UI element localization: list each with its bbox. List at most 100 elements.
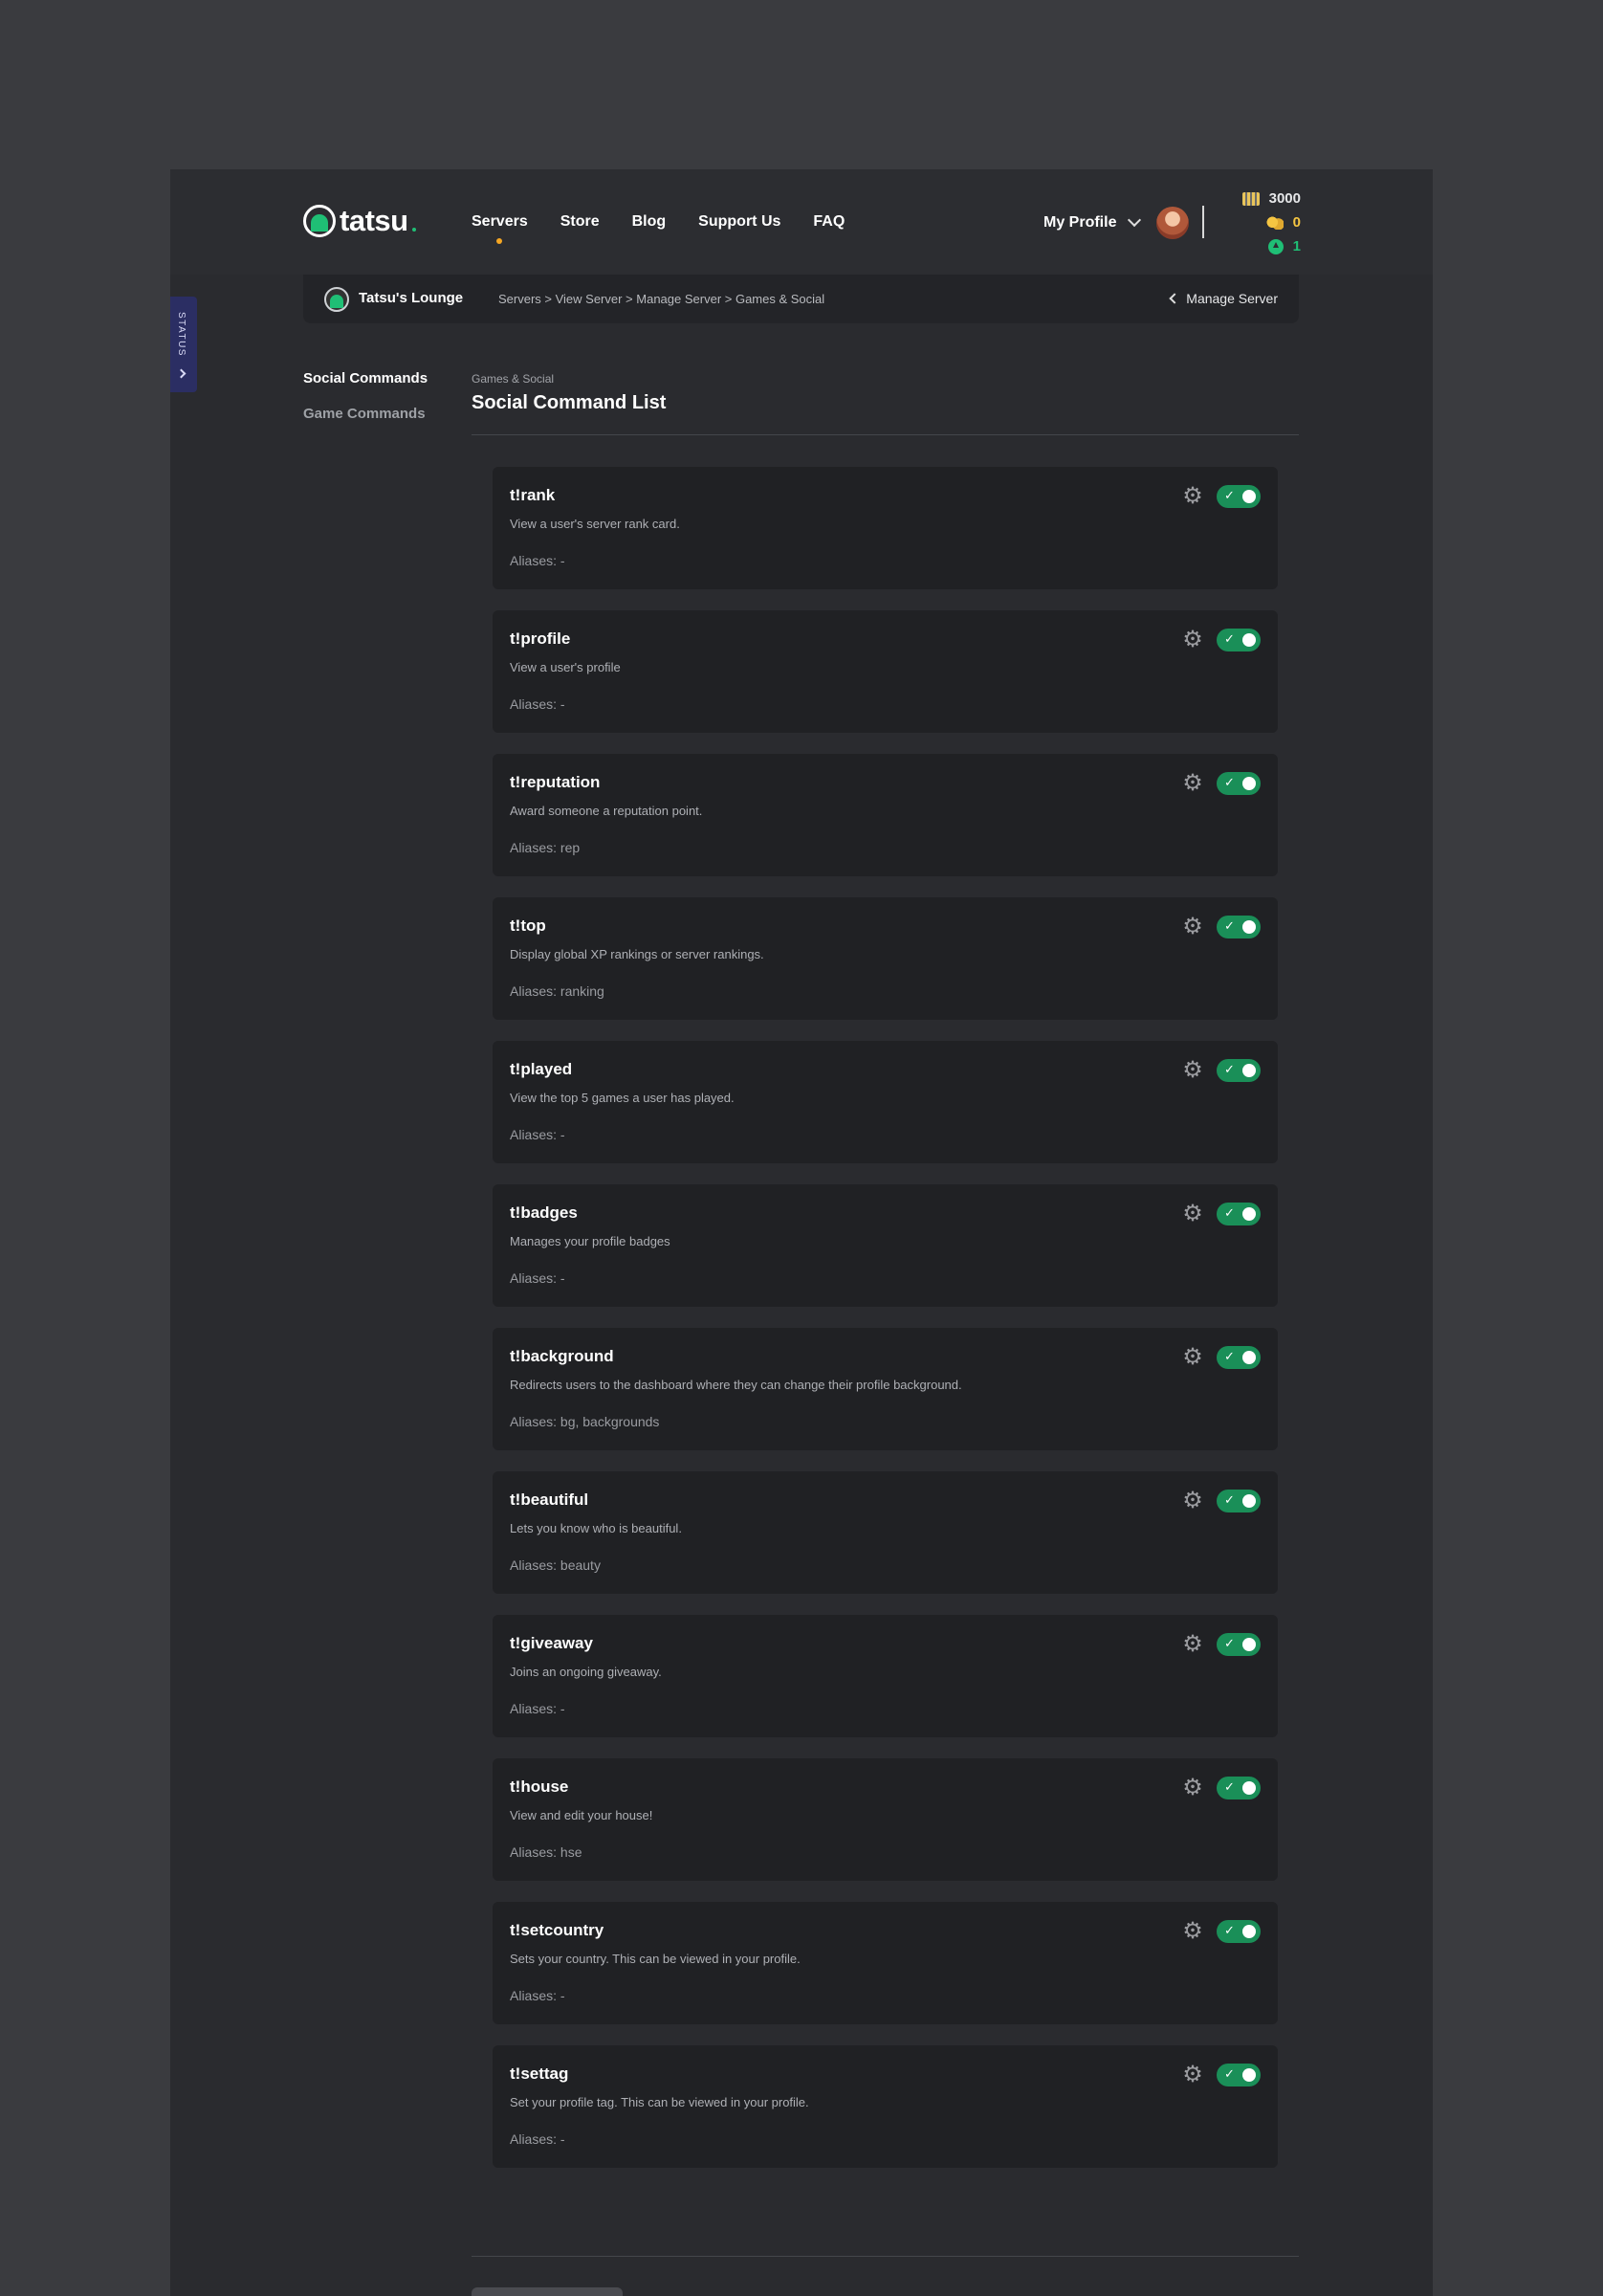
logo-text: tatsu <box>340 204 408 237</box>
command-name: t!played <box>510 1060 573 1078</box>
gear-icon[interactable]: ⚙ <box>1182 629 1203 651</box>
side-item-game-commands[interactable]: Game Commands <box>303 406 428 422</box>
profile-menu[interactable]: My Profile <box>1043 207 1190 239</box>
command-toggle[interactable]: ✓ <box>1217 1059 1261 1082</box>
gems-row: 1 <box>1232 234 1301 258</box>
gear-icon[interactable]: ⚙ <box>1182 1059 1203 1082</box>
command-toggle[interactable]: ✓ <box>1217 2064 1261 2086</box>
nav-support-us[interactable]: Support Us <box>698 213 780 231</box>
logo-dot <box>411 228 416 232</box>
status-tab[interactable]: STATUS <box>170 297 197 392</box>
command-card: t!setcountry Sets your country. This can… <box>493 1902 1278 2024</box>
divider <box>472 2256 1299 2257</box>
command-description: Redirects users to the dashboard where t… <box>510 1378 962 1392</box>
command-aliases: Aliases: - <box>510 696 565 712</box>
command-card: t!reputation Award someone a reputation … <box>493 754 1278 876</box>
side-item-social-commands[interactable]: Social Commands <box>303 370 428 386</box>
command-aliases: Aliases: beauty <box>510 1557 601 1573</box>
save-button[interactable] <box>472 2287 623 2296</box>
toggle-knob <box>1242 1638 1256 1651</box>
command-aliases: Aliases: - <box>510 1988 565 2003</box>
command-toggle[interactable]: ✓ <box>1217 1203 1261 1225</box>
tatsu-logo[interactable]: tatsu <box>303 204 416 238</box>
command-card: t!giveaway Joins an ongoing giveaway. Al… <box>493 1615 1278 1737</box>
command-name: t!giveaway <box>510 1634 593 1652</box>
gear-icon[interactable]: ⚙ <box>1182 1920 1203 1943</box>
command-description: Sets your country. This can be viewed in… <box>510 1952 801 1966</box>
command-card: t!played View the top 5 games a user has… <box>493 1041 1278 1163</box>
command-name: t!profile <box>510 629 571 648</box>
command-description: View and edit your house! <box>510 1808 653 1822</box>
gear-icon[interactable]: ⚙ <box>1182 1203 1203 1225</box>
command-name: t!rank <box>510 486 556 504</box>
gear-icon[interactable]: ⚙ <box>1182 1490 1203 1512</box>
gear-icon[interactable]: ⚙ <box>1182 1633 1203 1656</box>
command-name: t!top <box>510 916 546 935</box>
chevron-right-icon <box>176 368 187 379</box>
profile-label: My Profile <box>1043 214 1117 231</box>
command-name: t!badges <box>510 1203 578 1222</box>
check-icon: ✓ <box>1224 1349 1235 1363</box>
cash-value: 3000 <box>1268 190 1301 207</box>
status-label: STATUS <box>176 312 187 357</box>
command-toggle[interactable]: ✓ <box>1217 1346 1261 1369</box>
command-toggle[interactable]: ✓ <box>1217 1633 1261 1656</box>
check-icon: ✓ <box>1224 1636 1235 1650</box>
command-aliases: Aliases: - <box>510 1270 565 1286</box>
command-card: t!settag Set your profile tag. This can … <box>493 2045 1278 2168</box>
command-toggle[interactable]: ✓ <box>1217 629 1261 651</box>
command-card: t!beautiful Lets you know who is beautif… <box>493 1471 1278 1594</box>
toggle-knob <box>1242 633 1256 647</box>
nav-store[interactable]: Store <box>560 213 600 231</box>
avatar[interactable] <box>1156 207 1190 239</box>
command-aliases: Aliases: - <box>510 1701 565 1716</box>
toggle-knob <box>1242 1781 1256 1795</box>
command-description: View a user's server rank card. <box>510 517 680 531</box>
command-toggle[interactable]: ✓ <box>1217 1777 1261 1799</box>
command-description: Award someone a reputation point. <box>510 804 703 818</box>
toggle-knob <box>1242 2068 1256 2082</box>
command-toggle[interactable]: ✓ <box>1217 1490 1261 1512</box>
coins-value: 0 <box>1292 214 1301 231</box>
top-header: tatsu Servers Store Blog Support Us FAQ … <box>170 169 1433 275</box>
command-description: View the top 5 games a user has played. <box>510 1091 735 1105</box>
gear-icon[interactable]: ⚙ <box>1182 485 1203 508</box>
back-label: Manage Server <box>1186 291 1278 306</box>
check-icon: ✓ <box>1224 631 1235 646</box>
toggle-knob <box>1242 1494 1256 1508</box>
page-title: Social Command List <box>472 392 667 413</box>
header-divider <box>1202 206 1204 238</box>
currency-panel: 3000 0 1 <box>1232 187 1301 258</box>
command-aliases: Aliases: ranking <box>510 983 604 999</box>
gear-icon[interactable]: ⚙ <box>1182 772 1203 795</box>
chevron-left-icon <box>1169 293 1180 304</box>
nav-blog[interactable]: Blog <box>632 213 667 231</box>
coins-row: 0 <box>1232 210 1301 234</box>
cash-icon <box>1241 191 1260 206</box>
command-toggle[interactable]: ✓ <box>1217 485 1261 508</box>
page: tatsu Servers Store Blog Support Us FAQ … <box>170 169 1433 2296</box>
command-toggle[interactable]: ✓ <box>1217 772 1261 795</box>
gear-icon[interactable]: ⚙ <box>1182 1346 1203 1369</box>
command-description: Lets you know who is beautiful. <box>510 1521 682 1535</box>
command-toggle[interactable]: ✓ <box>1217 1920 1261 1943</box>
nav-faq[interactable]: FAQ <box>813 213 845 231</box>
server-name: Tatsu's Lounge <box>359 290 464 306</box>
nav-servers[interactable]: Servers <box>472 213 528 244</box>
command-toggle[interactable]: ✓ <box>1217 916 1261 938</box>
command-card: t!house View and edit your house! Aliase… <box>493 1758 1278 1881</box>
gear-icon[interactable]: ⚙ <box>1182 2064 1203 2086</box>
server-breadcrumb-bar: Tatsu's Lounge Servers > View Server > M… <box>303 275 1299 323</box>
command-card: t!background Redirects users to the dash… <box>493 1328 1278 1450</box>
check-icon: ✓ <box>1224 1923 1235 1937</box>
command-aliases: Aliases: hse <box>510 1844 582 1860</box>
breadcrumb[interactable]: Servers > View Server > Manage Server > … <box>498 292 824 306</box>
check-icon: ✓ <box>1224 918 1235 933</box>
command-description: Manages your profile badges <box>510 1234 670 1248</box>
gem-icon <box>1267 238 1284 254</box>
manage-server-back-link[interactable]: Manage Server <box>1169 291 1278 306</box>
check-icon: ✓ <box>1224 1205 1235 1220</box>
gear-icon[interactable]: ⚙ <box>1182 1777 1203 1799</box>
check-icon: ✓ <box>1224 2066 1235 2081</box>
gear-icon[interactable]: ⚙ <box>1182 916 1203 938</box>
